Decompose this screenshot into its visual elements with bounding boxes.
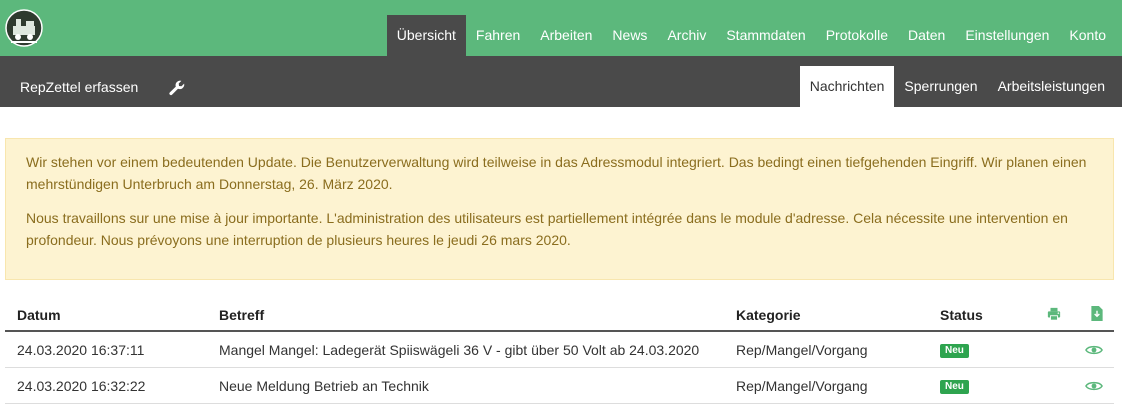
- table-row[interactable]: 24.03.2020 16:37:11 Mangel Mangel: Ladeg…: [5, 332, 1114, 368]
- eye-icon[interactable]: [1085, 380, 1103, 392]
- row-status: Neu: [940, 368, 1020, 404]
- row-date: 24.03.2020 16:37:11: [17, 342, 145, 358]
- row-date: 24.03.2020 16:32:22: [17, 378, 146, 394]
- messages-table: Datum Betreff Kategorie Status 24.03.202…: [5, 300, 1114, 404]
- wrench-icon[interactable]: [168, 79, 186, 97]
- row-category: Rep/Mangel/Vorgang: [736, 342, 868, 358]
- top-navbar: Übersicht Fahren Arbeiten News Archiv St…: [0, 0, 1122, 56]
- header-betreff[interactable]: Betreff: [219, 300, 719, 330]
- notice-text-de: Wir stehen vor einem bedeutenden Update.…: [26, 154, 1087, 192]
- nav-stammdaten[interactable]: Stammdaten: [716, 15, 815, 56]
- eye-icon[interactable]: [1085, 344, 1103, 356]
- tab-arbeitsleistungen[interactable]: Arbeitsleistungen: [988, 66, 1115, 107]
- update-notice: Wir stehen vor einem bedeutenden Update.…: [5, 138, 1114, 280]
- nav-protokolle[interactable]: Protokolle: [816, 15, 898, 56]
- header-kategorie[interactable]: Kategorie: [736, 300, 926, 330]
- header-status[interactable]: Status: [940, 300, 1020, 330]
- nav-konto[interactable]: Konto: [1059, 15, 1116, 56]
- row-subject[interactable]: Mangel Mangel: Ladegerät Spiiswägeli 36 …: [219, 332, 719, 368]
- main-menu: Übersicht Fahren Arbeiten News Archiv St…: [386, 15, 1116, 56]
- locomotive-logo[interactable]: [5, 8, 43, 48]
- tab-sperrungen[interactable]: Sperrungen: [894, 66, 987, 107]
- nav-news[interactable]: News: [602, 15, 657, 56]
- tab-nachrichten[interactable]: Nachrichten: [799, 66, 895, 107]
- row-subject[interactable]: Neue Meldung Betrieb an Technik: [219, 368, 719, 404]
- sub-tabs: Nachrichten Sperrungen Arbeitsleistungen: [799, 66, 1115, 107]
- table-header: Datum Betreff Kategorie Status: [5, 300, 1114, 332]
- download-icon[interactable]: [1091, 306, 1103, 321]
- status-badge: Neu: [940, 380, 969, 395]
- nav-arbeiten[interactable]: Arbeiten: [530, 15, 602, 56]
- nav-einstellungen[interactable]: Einstellungen: [955, 15, 1059, 56]
- row-status: Neu: [940, 332, 1020, 368]
- nav-daten[interactable]: Daten: [898, 15, 955, 56]
- sub-navbar: RepZettel erfassen Nachrichten Sperrunge…: [0, 56, 1122, 107]
- status-badge: Neu: [940, 344, 969, 359]
- nav-archiv[interactable]: Archiv: [657, 15, 716, 56]
- notice-text-fr: Nous travaillons sur une mise à jour imp…: [26, 210, 1068, 248]
- nav-uebersicht[interactable]: Übersicht: [386, 15, 466, 56]
- row-category: Rep/Mangel/Vorgang: [736, 378, 868, 394]
- print-icon[interactable]: [1047, 307, 1061, 321]
- table-row[interactable]: 24.03.2020 16:32:22 Neue Meldung Betrieb…: [5, 368, 1114, 404]
- nav-fahren[interactable]: Fahren: [466, 15, 530, 56]
- header-datum[interactable]: Datum: [17, 300, 207, 330]
- repzettel-erfassen-link[interactable]: RepZettel erfassen: [20, 56, 138, 107]
